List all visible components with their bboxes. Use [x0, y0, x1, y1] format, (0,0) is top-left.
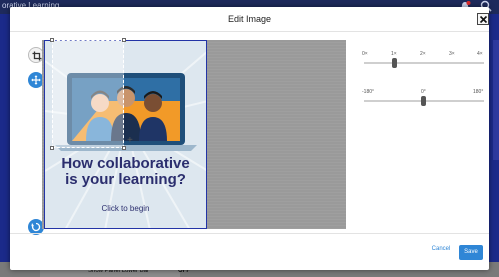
reset-icon: [31, 222, 41, 232]
background-left-edge: [0, 14, 10, 277]
crop-move-cursor-icon: +: [127, 135, 133, 146]
zoom-tick-1: 1×: [391, 51, 397, 57]
modal-header: Edit Image: [10, 7, 489, 32]
modal-footer: [10, 233, 489, 263]
zoom-tick-0: 0×: [362, 51, 368, 57]
crop-icon: [32, 51, 42, 61]
crop-handle-top-left[interactable]: [50, 38, 54, 42]
image-headline-line1: How collaborative: [61, 155, 190, 172]
rotation-slider-thumb[interactable]: [421, 96, 426, 106]
crop-handle-bottom-right[interactable]: [122, 146, 126, 150]
zoom-tick-2: 2×: [420, 51, 426, 57]
rotation-tick-zero: 0°: [421, 89, 426, 95]
close-icon: [479, 15, 488, 24]
rotation-tick-max: 180°: [473, 89, 484, 95]
image-headline-line2: is your learning?: [65, 171, 186, 188]
cancel-button[interactable]: Cancel: [427, 242, 455, 256]
crop-handle-bottom-left[interactable]: [50, 146, 54, 150]
zoom-tick-4: 4×: [477, 51, 483, 57]
image-headline: How collaborative is your learning?: [44, 156, 207, 188]
save-button[interactable]: Save: [459, 245, 483, 260]
crop-handle-top-right[interactable]: [122, 38, 126, 42]
crop-selection[interactable]: [50, 38, 126, 150]
background-right-strip: [493, 40, 499, 160]
zoom-slider-track[interactable]: [364, 62, 484, 64]
move-icon: [31, 75, 41, 85]
zoom-tick-3: 3×: [449, 51, 455, 57]
rotation-tick-min: -180°: [362, 89, 375, 95]
modal-title: Edit Image: [227, 14, 272, 24]
zoom-slider-thumb[interactable]: [392, 58, 397, 68]
image-cta-text: Click to begin: [101, 204, 150, 213]
close-button[interactable]: [477, 13, 489, 25]
